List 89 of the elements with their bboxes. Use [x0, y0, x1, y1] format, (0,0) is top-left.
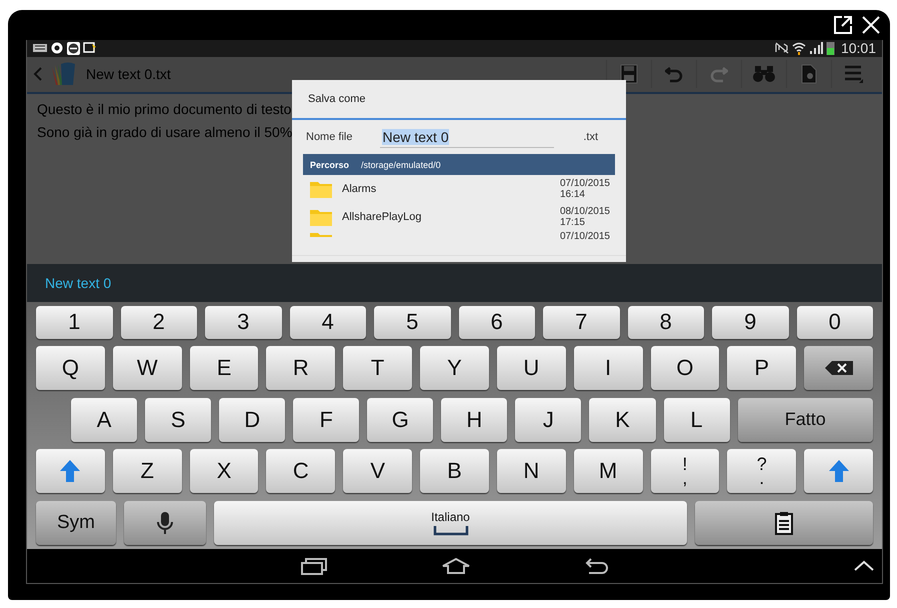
letter-key[interactable]: W: [112, 346, 182, 390]
number-key[interactable]: 4: [290, 306, 366, 339]
number-key[interactable]: 0: [796, 306, 873, 339]
letter-key[interactable]: H: [441, 398, 508, 442]
letter-key[interactable]: M: [574, 449, 642, 494]
number-key[interactable]: 8: [628, 306, 704, 339]
backspace-icon: [824, 361, 853, 376]
letter-key[interactable]: V: [343, 449, 412, 494]
letter-key[interactable]: R: [266, 346, 336, 390]
text-line: Sono già in grado di usare almeno il 50%: [37, 122, 292, 142]
recent-apps-icon[interactable]: [300, 557, 326, 576]
folder-date: 07/10/2015: [560, 178, 610, 189]
close-icon[interactable]: [861, 15, 881, 35]
signal-icon: [808, 42, 823, 54]
backspace-key[interactable]: [804, 346, 873, 390]
path-text: /storage/emulated/0: [361, 160, 441, 170]
letter-key[interactable]: L: [664, 398, 730, 442]
arrow-up-icon: [60, 460, 80, 482]
folder-icon: [310, 180, 332, 198]
letter-key[interactable]: P: [727, 346, 796, 390]
file-name-field[interactable]: New text 0: [380, 126, 554, 148]
letter-key[interactable]: G: [367, 398, 434, 442]
number-key[interactable]: 3: [205, 306, 282, 339]
number-key[interactable]: 9: [712, 306, 788, 339]
punctuation-key[interactable]: ! ,: [650, 449, 720, 494]
shift-key[interactable]: [36, 449, 105, 494]
folder-date: 08/10/2015: [560, 206, 610, 217]
home-icon[interactable]: [442, 558, 470, 574]
letter-key[interactable]: Q: [36, 346, 105, 390]
mute-icon: [774, 42, 789, 54]
back-icon[interactable]: [584, 558, 608, 574]
letter-key[interactable]: J: [515, 398, 582, 442]
clipboard-key[interactable]: [695, 501, 873, 546]
letter-key[interactable]: S: [145, 398, 212, 442]
screen-icon: [83, 42, 97, 54]
folder-time: 16:14: [560, 189, 586, 200]
battery-icon: [826, 41, 835, 56]
shift-key[interactable]: [804, 449, 873, 494]
folder-item[interactable]: AllsharePlayLog 08/10/2015 17:15: [292, 203, 626, 231]
number-key[interactable]: 5: [374, 306, 450, 339]
dialog-title: Salva come: [308, 93, 366, 105]
microphone-icon: [157, 511, 173, 536]
folder-date: 07/10/2015: [560, 231, 610, 242]
letter-key[interactable]: D: [219, 398, 286, 442]
letter-key[interactable]: B: [420, 449, 489, 494]
extension-label: .txt: [583, 131, 598, 143]
number-key[interactable]: 6: [458, 306, 535, 339]
space-icon: [432, 526, 468, 536]
input-preview: New text 0: [45, 274, 112, 291]
save-icon[interactable]: [620, 64, 638, 84]
punctuation-key[interactable]: ? .: [727, 449, 796, 494]
arrow-up-icon: [828, 460, 849, 482]
letter-key[interactable]: N: [496, 449, 566, 494]
letter-key[interactable]: E: [190, 346, 258, 390]
folder-time: 17:15: [560, 217, 586, 228]
folder-name: Alarms: [342, 183, 376, 195]
folder-icon: [310, 231, 332, 237]
document-icon[interactable]: [801, 64, 817, 84]
letter-key[interactable]: X: [190, 449, 258, 494]
text-line: Questo è il mio primo documento di testo: [37, 100, 292, 119]
keyboard-icon: [33, 44, 47, 52]
space-key[interactable]: Italiano: [214, 501, 687, 546]
letter-key[interactable]: T: [343, 346, 412, 390]
letter-key[interactable]: A: [71, 398, 138, 442]
number-key[interactable]: 7: [543, 306, 620, 339]
letter-key[interactable]: U: [496, 346, 566, 390]
letter-key[interactable]: Y: [420, 346, 489, 390]
done-key[interactable]: Fatto: [738, 398, 873, 442]
letter-key[interactable]: Z: [112, 449, 182, 494]
path-label: Percorso: [310, 160, 350, 170]
letter-key[interactable]: K: [589, 398, 656, 442]
number-key[interactable]: 2: [120, 306, 197, 339]
symbols-key[interactable]: Sym: [36, 501, 116, 546]
letter-key[interactable]: C: [266, 449, 336, 494]
clock: 10:01: [840, 40, 876, 56]
wifi-icon: [792, 42, 806, 55]
folder-icon: [310, 208, 332, 226]
folder-item[interactable]: Alarms 07/10/2015 16:14: [292, 175, 626, 203]
external-link-icon[interactable]: [833, 15, 853, 35]
field-label: Nome file: [306, 131, 352, 143]
number-key[interactable]: 1: [36, 306, 112, 339]
letter-key[interactable]: O: [650, 346, 720, 390]
caret-up-icon[interactable]: [854, 559, 874, 572]
folder-item[interactable]: 07/10/2015: [292, 231, 626, 244]
clipboard-icon: [775, 511, 793, 536]
microphone-key[interactable]: [124, 501, 206, 546]
letter-key[interactable]: F: [293, 398, 360, 442]
letter-key[interactable]: I: [574, 346, 642, 390]
folder-name: AllsharePlayLog: [342, 211, 422, 223]
